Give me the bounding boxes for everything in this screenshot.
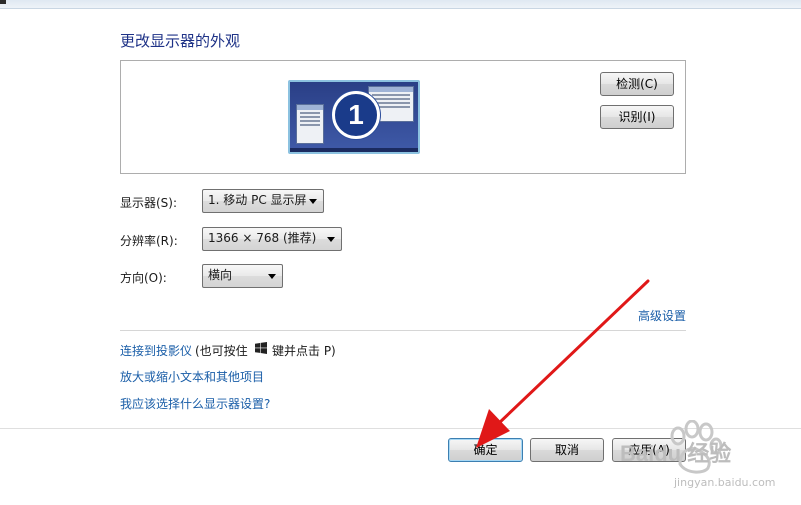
monitor-1-thumbnail[interactable]: 1 <box>288 80 420 154</box>
windows-logo-icon <box>255 342 267 354</box>
orientation-select[interactable]: 横向 <box>202 264 283 288</box>
which-settings-link[interactable]: 我应该选择什么显示器设置? <box>120 395 270 412</box>
window-edge <box>0 0 6 4</box>
preview-taskbar <box>290 148 418 152</box>
section-divider <box>120 330 686 331</box>
projector-hint-start: (也可按住 <box>195 344 248 358</box>
apply-button[interactable]: 应用(A) <box>612 438 686 462</box>
resolution-select-value: 1366 × 768 (推荐) <box>208 231 317 245</box>
advanced-settings-link[interactable]: 高级设置 <box>638 307 686 324</box>
text-size-link[interactable]: 放大或缩小文本和其他项目 <box>120 368 264 385</box>
display-select-value: 1. 移动 PC 显示屏 <box>208 193 307 207</box>
connect-projector-link[interactable]: 连接到投影仪 <box>120 342 192 359</box>
detect-button[interactable]: 检测(C) <box>600 72 674 96</box>
ok-button[interactable]: 确定 <box>448 438 523 462</box>
cancel-button[interactable]: 取消 <box>530 438 604 462</box>
chevron-down-icon <box>327 237 335 242</box>
page-title: 更改显示器的外观 <box>120 32 241 50</box>
chevron-down-icon <box>309 199 317 204</box>
preview-window-left <box>296 104 324 144</box>
projector-hint-end: 键并点击 P) <box>272 344 336 358</box>
orientation-label: 方向(O): <box>120 271 167 285</box>
orientation-select-value: 横向 <box>208 268 233 282</box>
chevron-down-icon <box>268 274 276 279</box>
identify-button[interactable]: 识别(I) <box>600 105 674 129</box>
display-preview-panel: 1 检测(C) 识别(I) <box>120 60 686 174</box>
monitor-number-badge: 1 <box>332 91 380 139</box>
resolution-label: 分辨率(R): <box>120 234 178 248</box>
display-label: 显示器(S): <box>120 196 178 210</box>
resolution-select[interactable]: 1366 × 768 (推荐) <box>202 227 342 251</box>
window-top-strip <box>0 0 801 9</box>
display-select[interactable]: 1. 移动 PC 显示屏 <box>202 189 324 213</box>
